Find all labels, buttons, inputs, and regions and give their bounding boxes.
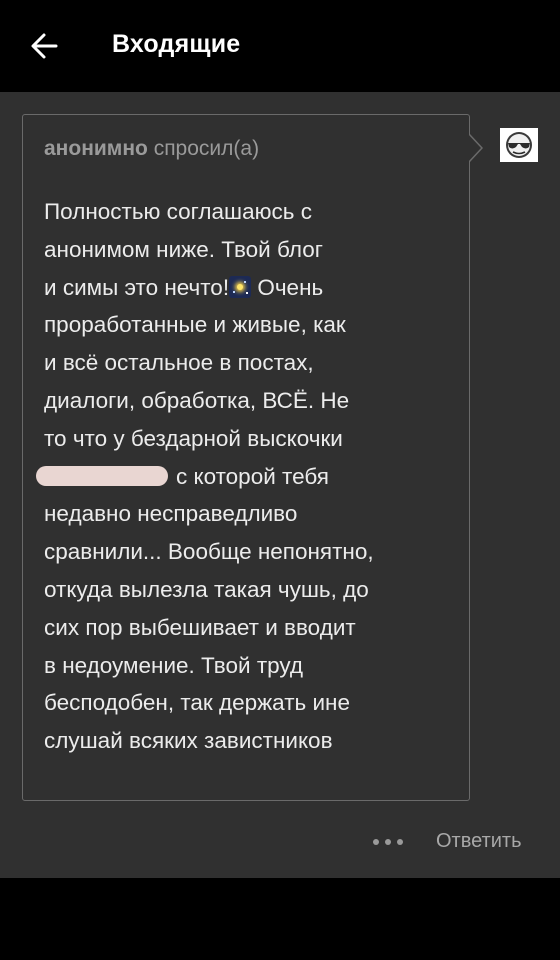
bottom-bar bbox=[0, 878, 560, 960]
question-line: бесподобен, так держать ине bbox=[44, 690, 350, 716]
more-options-button[interactable] bbox=[368, 830, 408, 854]
question-actions: Ответить bbox=[0, 820, 560, 866]
asker-name: анонимно bbox=[44, 137, 148, 160]
reply-button[interactable]: Ответить bbox=[436, 830, 522, 853]
question-line: откуда вылезла такая чушь, до bbox=[44, 576, 369, 602]
night-sky-sparkle-icon bbox=[229, 275, 252, 298]
question-line: проработанные и живые, как bbox=[44, 312, 346, 338]
asker-line: анонимно спросил(а) bbox=[44, 137, 259, 161]
inbox-content: анонимно спросил(а) Полностью соглашаюсь… bbox=[0, 92, 560, 878]
asker-verb: спросил(а) bbox=[153, 137, 260, 160]
question-line: Полностью соглашаюсь с bbox=[44, 199, 312, 224]
back-button[interactable] bbox=[22, 24, 66, 68]
question-line: слушай всяких завистников bbox=[44, 728, 333, 754]
question-line: в недоумение. Твой труд bbox=[44, 652, 304, 678]
question-line: и всё остальное в постах, bbox=[44, 350, 314, 376]
page-title: Входящие bbox=[112, 30, 241, 58]
more-dots-icon bbox=[373, 839, 403, 845]
question-line: сравнили... Вообще непонятно, bbox=[44, 539, 374, 565]
question-line: диалоги, обработка, ВСЁ. Не bbox=[44, 387, 350, 413]
question-line: и симы это нечто! Очень bbox=[44, 274, 324, 300]
sunglasses-face-icon bbox=[506, 132, 532, 158]
question-line: с которой тебя bbox=[36, 458, 444, 496]
avatar[interactable] bbox=[500, 128, 538, 162]
question-line: сих пор выбешивает и вводит bbox=[44, 614, 356, 640]
bubble-tail bbox=[469, 134, 483, 162]
redacted-username-blur bbox=[36, 465, 168, 486]
question-text: Полностью соглашаюсь с анонимом ниже. Тв… bbox=[36, 193, 444, 760]
question-bubble: анонимно спросил(а) Полностью соглашаюсь… bbox=[22, 114, 470, 801]
inbox-screen: Входящие анонимно спросил(а) Полностью с… bbox=[0, 0, 560, 960]
question-line: анонимом ниже. Твой блог bbox=[44, 236, 323, 262]
question-line: недавно несправедливо bbox=[44, 501, 298, 527]
arrow-left-icon bbox=[31, 33, 58, 59]
app-bar: Входящие bbox=[0, 0, 560, 93]
question-line: то что у бездарной выскочки bbox=[44, 425, 343, 451]
